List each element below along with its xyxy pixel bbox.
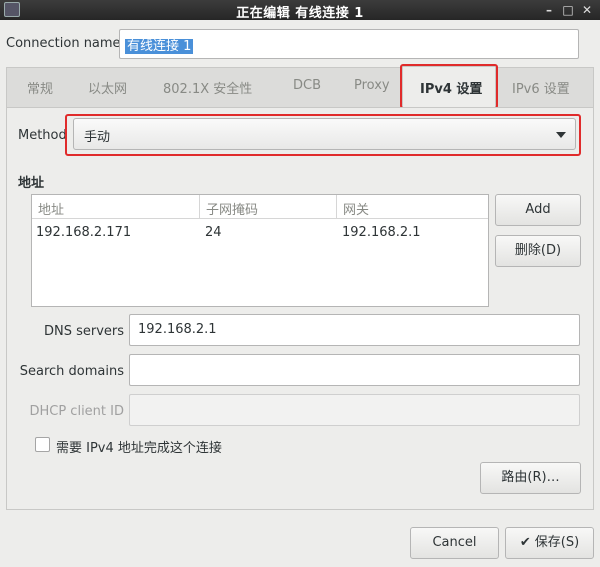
addresses-section-title: 地址 [18, 176, 45, 191]
tab-proxy[interactable]: Proxy [354, 78, 390, 93]
maximize-icon[interactable]: □ [559, 1, 577, 19]
tab-dcb[interactable]: DCB [293, 78, 321, 93]
search-domains-label: Search domains [19, 364, 124, 379]
add-address-button[interactable]: Add [495, 194, 581, 226]
routes-button[interactable]: 路由(R)… [480, 462, 581, 494]
connection-name-label: Connection name [6, 36, 121, 51]
method-label: Method [18, 128, 67, 143]
save-button[interactable]: ✔ 保存(S) [505, 527, 594, 559]
dhcp-client-id-input [129, 394, 580, 426]
addresses-table-header: 地址 子网掩码 网关 [32, 195, 488, 219]
delete-address-button[interactable]: 删除(D) [495, 235, 581, 267]
tab-ipv4-settings[interactable]: IPv4 设置 [420, 78, 482, 97]
tab-ipv6-settings[interactable]: IPv6 设置 [512, 78, 570, 97]
dns-servers-label: DNS servers [43, 324, 124, 339]
method-select[interactable]: 手动 [73, 118, 576, 150]
tab-general[interactable]: 常规 [27, 78, 53, 97]
tab-ethernet[interactable]: 以太网 [88, 78, 127, 97]
require-ipv4-checkbox[interactable] [35, 437, 50, 452]
dropdown-arrow-icon [556, 132, 566, 138]
close-icon[interactable]: ✕ [578, 1, 596, 19]
dns-servers-value: 192.168.2.1 [138, 322, 217, 337]
column-header-gateway[interactable]: 网关 [337, 195, 488, 219]
minimize-icon[interactable]: – [540, 1, 558, 19]
method-value: 手动 [84, 130, 111, 145]
save-button-label: 保存(S) [534, 535, 580, 550]
require-ipv4-label[interactable]: 需要 IPv4 地址完成这个连接 [56, 437, 222, 456]
dns-servers-input[interactable]: 192.168.2.1 [129, 314, 580, 346]
cell-address: 192.168.2.171 [36, 225, 132, 240]
title-bar: 正在编辑 有线连接 1 – □ ✕ [0, 0, 600, 21]
cell-gateway: 192.168.2.1 [342, 225, 421, 240]
column-header-netmask[interactable]: 子网掩码 [200, 195, 337, 219]
connection-name-value: 有线连接 1 [125, 39, 194, 54]
cancel-button[interactable]: Cancel [410, 527, 499, 559]
connection-name-input[interactable]: 有线连接 1 [119, 29, 579, 59]
dhcp-client-id-label: DHCP client ID [29, 404, 124, 419]
cell-netmask: 24 [205, 225, 222, 240]
addresses-table[interactable]: 地址 子网掩码 网关 192.168.2.171 24 192.168.2.1 [31, 194, 489, 307]
search-domains-input[interactable] [129, 354, 580, 386]
checkmark-icon: ✔ [519, 535, 531, 550]
edit-connection-window: 正在编辑 有线连接 1 – □ ✕ Connection name 有线连接 1… [0, 0, 600, 567]
column-header-address[interactable]: 地址 [32, 195, 200, 219]
tab-8021x-security[interactable]: 802.1X 安全性 [163, 78, 252, 97]
window-title: 正在编辑 有线连接 1 [236, 6, 364, 21]
